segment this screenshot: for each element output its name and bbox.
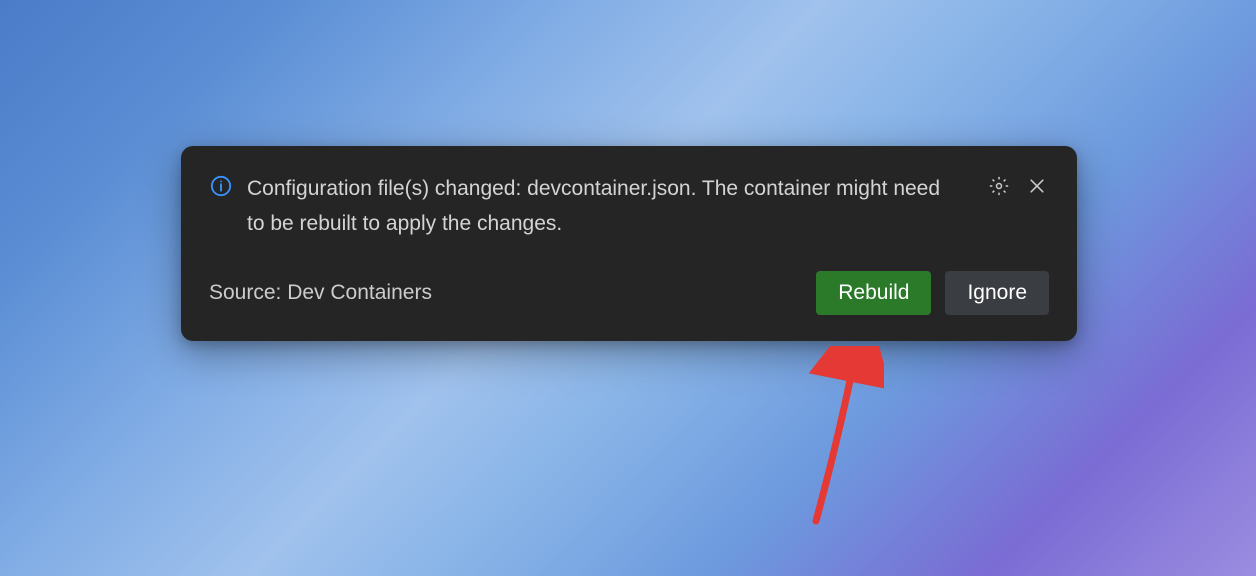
- close-icon[interactable]: [1025, 174, 1049, 198]
- rebuild-button[interactable]: Rebuild: [816, 271, 931, 315]
- footer-actions: Rebuild Ignore: [816, 271, 1049, 315]
- notification-toast: Configuration file(s) changed: devcontai…: [181, 146, 1077, 341]
- ignore-button[interactable]: Ignore: [945, 271, 1049, 315]
- gear-icon[interactable]: [987, 174, 1011, 198]
- annotation-arrow-icon: [704, 346, 884, 536]
- notification-footer: Source: Dev Containers Rebuild Ignore: [209, 271, 1049, 315]
- notification-source: Source: Dev Containers: [209, 281, 432, 305]
- notification-message: Configuration file(s) changed: devcontai…: [247, 172, 973, 241]
- notification-header: Configuration file(s) changed: devcontai…: [209, 172, 1049, 241]
- info-icon: [209, 174, 233, 198]
- header-actions: [987, 174, 1049, 198]
